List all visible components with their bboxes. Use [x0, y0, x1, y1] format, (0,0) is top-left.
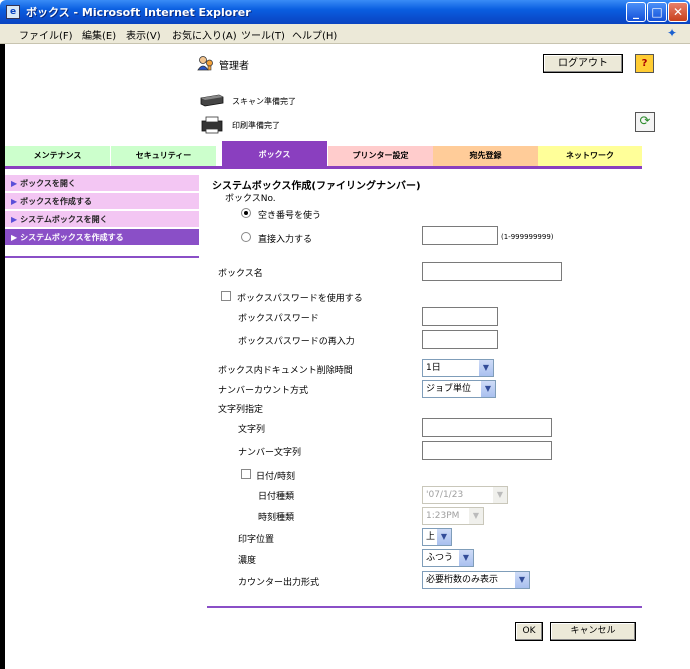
count-method-select[interactable]: ジョブ単位 ▼ — [422, 380, 496, 398]
number-string-label: ナンバー文字列 — [238, 448, 302, 458]
box-no-label: ボックスNo. — [225, 194, 276, 204]
string-input[interactable] — [422, 418, 552, 437]
radio-direct-input-label: 直接入力する — [258, 235, 313, 245]
scanner-icon — [200, 94, 224, 107]
help-button[interactable]: ? — [635, 54, 654, 73]
counter-format-value: 必要桁数のみ表示 — [426, 575, 499, 585]
box-name-label: ボックス名 — [218, 269, 263, 279]
close-button[interactable]: ✕ — [668, 2, 688, 22]
logout-button[interactable]: ログアウト — [543, 54, 623, 73]
chevron-down-icon: ▼ — [514, 572, 529, 588]
scan-status: スキャン準備完了 — [232, 97, 296, 106]
time-type-label: 時刻種類 — [258, 513, 295, 523]
count-method-value: ジョブ単位 — [426, 384, 472, 394]
number-string-input[interactable] — [422, 441, 552, 460]
password-label: ボックスパスワード — [238, 314, 319, 324]
box-number-input[interactable] — [422, 226, 498, 245]
maximize-button[interactable]: □ — [647, 2, 667, 22]
counter-format-select[interactable]: 必要桁数のみ表示 ▼ — [422, 571, 530, 589]
menu-view[interactable]: 表示(V) — [126, 27, 161, 42]
form-separator — [207, 606, 642, 608]
minimize-button[interactable]: _ — [626, 2, 646, 22]
form-title: システムボックス作成(ファイリングナンバー) — [212, 181, 421, 192]
triangle-right-icon: ▶ — [11, 197, 18, 206]
counter-format-label: カウンター出力形式 — [238, 578, 320, 588]
print-position-value: 上 — [426, 532, 436, 542]
tab-box[interactable]: ボックス — [222, 141, 327, 166]
string-spec-label: 文字列指定 — [218, 405, 264, 415]
string-label: 文字列 — [238, 425, 266, 435]
date-type-label: 日付種類 — [258, 492, 295, 502]
print-status: 印刷準備完了 — [232, 121, 280, 130]
radio-use-free-number[interactable] — [241, 208, 251, 218]
sidebar-item-create-system-box[interactable]: ▶ システムボックスを作成する — [5, 229, 199, 246]
delete-time-select[interactable]: 1日 ▼ — [422, 359, 494, 377]
tab-network[interactable]: ネットワーク — [538, 146, 642, 166]
password-confirm-label: ボックスパスワードの再入力 — [238, 337, 355, 347]
chevron-down-icon: ▼ — [480, 381, 495, 397]
sidebar-separator — [5, 256, 199, 258]
chevron-down-icon: ▼ — [436, 529, 451, 545]
time-type-value: 1:23PM — [426, 511, 460, 521]
triangle-right-icon: ▶ — [11, 233, 18, 242]
printer-icon — [201, 116, 223, 134]
tab-security[interactable]: セキュリティー — [110, 146, 216, 166]
radio-use-free-number-label: 空き番号を使う — [258, 211, 322, 221]
triangle-right-icon: ▶ — [11, 179, 18, 188]
use-password-checkbox[interactable] — [221, 291, 231, 301]
count-method-label: ナンバーカウント方式 — [218, 386, 309, 396]
sidebar-item-open-system-box[interactable]: ▶ システムボックスを開く — [5, 211, 199, 228]
sidebar-item-label: ボックスを作成する — [20, 197, 92, 206]
print-position-select[interactable]: 上 ▼ — [422, 528, 452, 546]
time-type-select[interactable]: 1:23PM ▼ — [422, 507, 484, 525]
datetime-label: 日付/時刻 — [256, 472, 296, 482]
tab-printer-settings[interactable]: プリンター設定 — [328, 146, 433, 166]
cancel-button[interactable]: キャンセル — [550, 622, 636, 641]
tab-address-registration[interactable]: 宛先登録 — [433, 146, 538, 166]
date-type-value: '07/1/23 — [426, 490, 464, 500]
delete-time-label: ボックス内ドキュメント削除時間 — [218, 366, 353, 376]
windows-logo-icon: ✦ — [667, 26, 678, 40]
use-password-label: ボックスパスワードを使用する — [237, 294, 363, 304]
menu-file[interactable]: ファイル(F) — [19, 27, 73, 42]
chevron-down-icon: ▼ — [468, 508, 483, 524]
datetime-checkbox[interactable] — [241, 469, 251, 479]
delete-time-value: 1日 — [426, 363, 441, 373]
tab-underline — [5, 166, 642, 169]
box-number-range: (1-999999999) — [501, 233, 554, 241]
menu-help[interactable]: ヘルプ(H) — [292, 27, 337, 42]
triangle-right-icon: ▶ — [11, 215, 18, 224]
password-confirm-input[interactable] — [422, 330, 498, 349]
ie-app-icon: e — [6, 5, 20, 19]
sidebar-item-label: ボックスを開く — [20, 179, 76, 188]
chevron-down-icon: ▼ — [492, 487, 507, 503]
print-position-label: 印字位置 — [238, 535, 275, 545]
admin-user-icon — [197, 56, 213, 71]
window-title: ボックス - Microsoft Internet Explorer — [26, 6, 251, 19]
menu-edit[interactable]: 編集(E) — [82, 27, 116, 42]
sidebar-item-label: システムボックスを開く — [20, 215, 108, 224]
user-label: 管理者 — [219, 61, 249, 72]
density-label: 濃度 — [238, 556, 257, 566]
radio-direct-input[interactable] — [241, 232, 251, 242]
menu-tools[interactable]: ツール(T) — [241, 27, 285, 42]
chevron-down-icon: ▼ — [458, 550, 473, 566]
sidebar-item-create-box[interactable]: ▶ ボックスを作成する — [5, 193, 199, 210]
date-type-select[interactable]: '07/1/23 ▼ — [422, 486, 508, 504]
chevron-down-icon: ▼ — [478, 360, 493, 376]
density-select[interactable]: ふつう ▼ — [422, 549, 474, 567]
refresh-button[interactable]: ⟳ — [635, 112, 655, 132]
box-name-input[interactable] — [422, 262, 562, 281]
ok-button[interactable]: OK — [515, 622, 543, 641]
password-input[interactable] — [422, 307, 498, 326]
sidebar-item-label: システムボックスを作成する — [20, 233, 124, 242]
window-left-border — [0, 44, 5, 669]
density-value: ふつう — [426, 553, 454, 563]
tab-maintenance[interactable]: メンテナンス — [5, 146, 110, 166]
menu-favorites[interactable]: お気に入り(A) — [172, 27, 237, 42]
sidebar-item-open-box[interactable]: ▶ ボックスを開く — [5, 175, 199, 192]
